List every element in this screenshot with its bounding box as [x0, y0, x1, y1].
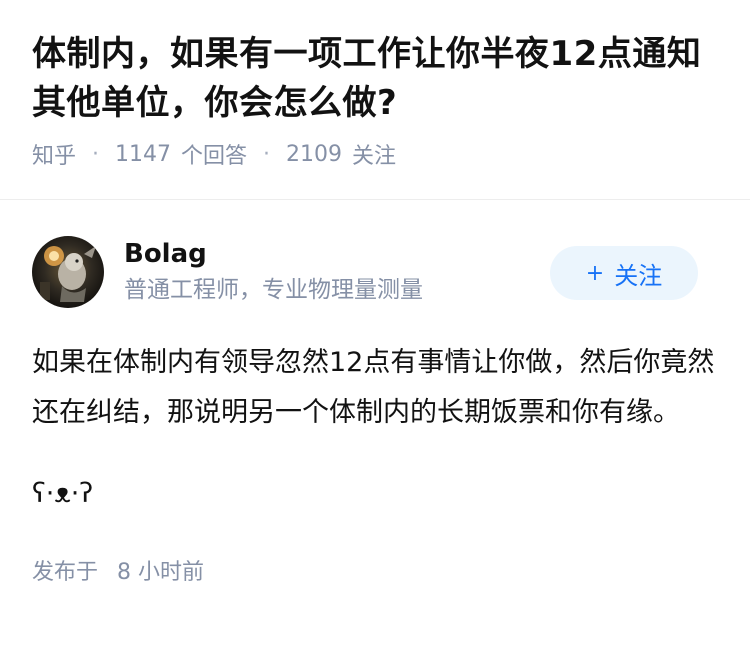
question-title[interactable]: 体制内，如果有一项工作让你半夜12点通知其他单位，你会怎么做? — [32, 30, 718, 128]
answer-footer: 发布于 8 小时前 — [32, 554, 718, 586]
followers-count[interactable]: 2109 — [286, 142, 342, 167]
author-row: Bolag 普通工程师，专业物理量测量 + 关注 — [32, 236, 718, 308]
author-name[interactable]: Bolag — [124, 237, 423, 271]
author-bio: 普通工程师，专业物理量测量 — [124, 277, 423, 303]
answer-emoticon: ʕ·ᴥ·ʔ — [32, 478, 94, 509]
question-meta: 知乎 · 1147 个回答 · 2109 关注 — [32, 138, 718, 170]
answer-content[interactable]: 如果在体制内有领导忽然12点有事情让你做，然后你竟然还在纠结，那说明另一个体制内… — [32, 338, 718, 438]
posted-label: 发布于 — [32, 560, 99, 585]
follow-label: 关注 — [614, 261, 663, 290]
author-info: Bolag 普通工程师，专业物理量测量 — [124, 237, 423, 307]
answer-card: Bolag 普通工程师，专业物理量测量 + 关注 如果在体制内有领导忽然12点有… — [0, 200, 750, 586]
question-header: 体制内，如果有一项工作让你半夜12点通知其他单位，你会怎么做? 知乎 · 114… — [0, 0, 750, 200]
separator-dot: · — [92, 141, 100, 167]
plus-icon: + — [585, 260, 605, 286]
avatar[interactable] — [32, 236, 104, 308]
followers-label[interactable]: 关注 — [352, 138, 396, 170]
source-label[interactable]: 知乎 — [32, 138, 76, 170]
answers-label[interactable]: 个回答 — [181, 138, 247, 170]
follow-button[interactable]: + 关注 — [550, 246, 698, 300]
posted-time: 8 小时前 — [117, 560, 205, 585]
answers-count[interactable]: 1147 — [115, 142, 171, 167]
separator-dot: · — [263, 141, 271, 167]
